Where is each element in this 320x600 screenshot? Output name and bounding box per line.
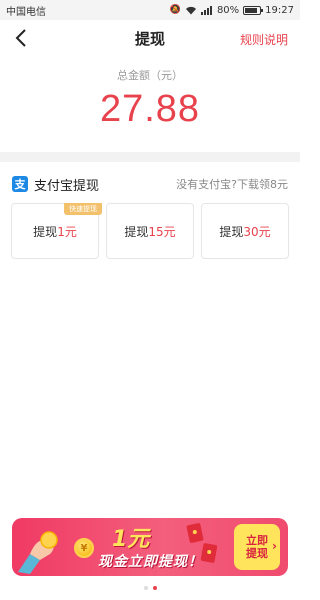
- option-prefix: 提现: [33, 224, 58, 239]
- status-indicators: 🔕 80% 19:27: [170, 5, 294, 16]
- withdraw-option-30[interactable]: 提现 30元: [201, 203, 289, 259]
- option-prefix: 提现: [124, 224, 149, 239]
- banner-subtitle: 现金立即提现！: [98, 554, 203, 570]
- carousel-indicator: [0, 586, 300, 594]
- nav-bar: 提现 规则说明: [0, 20, 300, 56]
- fast-withdraw-badge: 快速提现: [64, 203, 102, 215]
- back-button[interactable]: [10, 26, 32, 50]
- section-divider: [0, 152, 300, 162]
- mute-icon: 🔕: [169, 4, 181, 15]
- signal-icon: [200, 5, 212, 15]
- withdraw-now-button[interactable]: 立即 提现 ›: [234, 524, 280, 570]
- wifi-icon: [185, 6, 196, 14]
- option-amount: 30元: [243, 224, 271, 239]
- download-alipay-link[interactable]: 没有支付宝?下载领8元: [176, 176, 288, 192]
- chevron-left-icon: [15, 29, 26, 47]
- balance-label: 总金额（元）: [117, 69, 183, 82]
- button-label-line1: 立即: [246, 534, 268, 547]
- battery-percent: 80%: [216, 4, 240, 16]
- option-prefix: 提现: [219, 224, 244, 239]
- balance-section: 总金额（元） 27.88: [0, 62, 300, 152]
- clock: 19:27: [265, 4, 294, 16]
- chevron-right-icon: ›: [272, 539, 277, 553]
- balance-value: 27.88: [99, 88, 201, 130]
- red-envelope-icon: [186, 522, 204, 544]
- button-label-line2: 提现: [246, 547, 268, 560]
- hand-icon: [18, 531, 58, 574]
- carousel-dot-active[interactable]: [152, 586, 157, 590]
- option-amount: 15元: [148, 224, 176, 239]
- battery-icon: [243, 5, 264, 15]
- status-bar: 中国电信 🔕 80% 19:27: [0, 0, 300, 20]
- coin-icon: ¥: [74, 538, 94, 558]
- withdraw-option-15[interactable]: 提现 15元: [106, 203, 194, 259]
- alipay-icon: 支: [12, 176, 28, 192]
- alipay-title: 支付宝提现: [34, 178, 100, 194]
- red-envelope-icon: [200, 542, 218, 564]
- rules-link[interactable]: 规则说明: [240, 31, 288, 48]
- page-title: 提现: [134, 29, 165, 48]
- carousel-dot[interactable]: [143, 586, 148, 590]
- withdraw-options: 提现 1元 提现 15元 提现 30元 快速提现: [11, 203, 289, 259]
- alipay-header: 支 支付宝提现 没有支付宝?下载领8元: [12, 173, 288, 195]
- banner-amount: 1元: [112, 527, 150, 552]
- promo-banner[interactable]: ¥ 1元 现金立即提现！ 立即 提现 ›: [12, 518, 288, 576]
- option-amount: 1元: [57, 224, 77, 239]
- carrier-label: 中国电信: [6, 6, 46, 18]
